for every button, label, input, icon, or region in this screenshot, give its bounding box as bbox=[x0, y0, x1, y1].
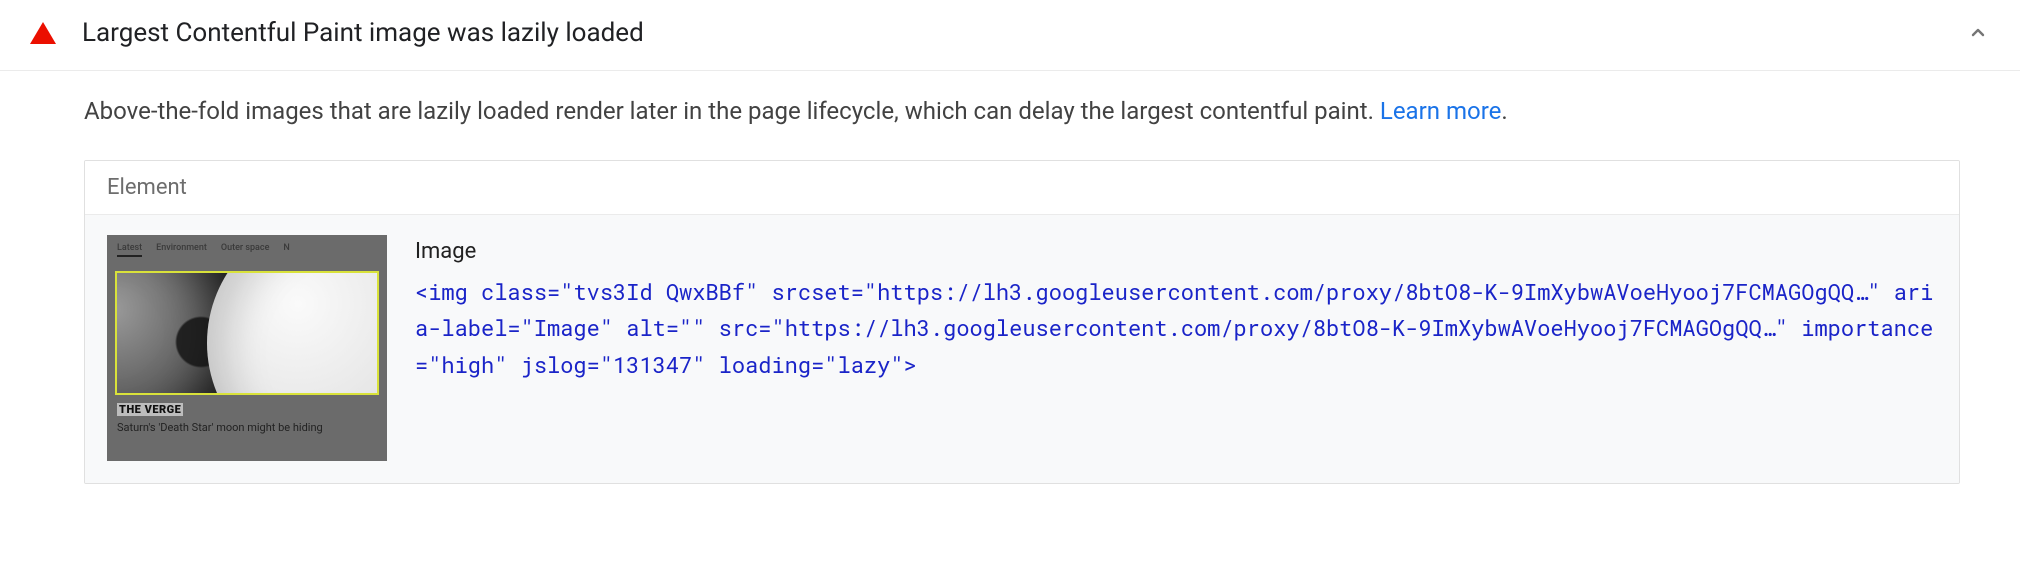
element-thumbnail: Latest Environment Outer space N THE VER… bbox=[107, 235, 387, 461]
audit-description: Above-the-fold images that are lazily lo… bbox=[84, 93, 1960, 130]
thumb-tab: Outer space bbox=[221, 243, 270, 257]
thumb-hero bbox=[115, 271, 379, 395]
chev bbox=[1966, 21, 1990, 45]
table-row: Latest Environment Outer space N THE VER… bbox=[85, 214, 1959, 483]
fail-triangle-icon bbox=[30, 22, 56, 44]
audit-header[interactable]: Largest Contentful Paint image was lazil… bbox=[0, 0, 2020, 71]
thumb-tab: Latest bbox=[117, 243, 142, 257]
audit-item: Largest Contentful Paint image was lazil… bbox=[0, 0, 2020, 524]
thumb-tab: Environment bbox=[156, 243, 207, 257]
node-snippet: <img class="tvs3Id QwxBBf" srcset="https… bbox=[415, 274, 1937, 383]
audit-body: Above-the-fold images that are lazily lo… bbox=[0, 71, 2020, 524]
thumb-caption: Saturn's 'Death Star' moon might be hidi… bbox=[117, 421, 377, 434]
learn-more-link[interactable]: Learn more bbox=[1380, 97, 1501, 125]
thumb-tabs: Latest Environment Outer space N bbox=[107, 235, 387, 261]
thumb-tab: N bbox=[283, 243, 289, 257]
moon-icon bbox=[207, 271, 379, 395]
element-node: Image <img class="tvs3Id QwxBBf" srcset=… bbox=[415, 235, 1937, 383]
element-table: Element Latest Environment Outer space N… bbox=[84, 160, 1960, 484]
table-header: Element bbox=[85, 161, 1959, 214]
chevron-up-icon bbox=[1966, 21, 1990, 45]
audit-title: Largest Contentful Paint image was lazil… bbox=[82, 18, 1966, 48]
thumb-source-logo: THE VERGE bbox=[117, 403, 183, 416]
audit-description-period: . bbox=[1501, 97, 1507, 125]
node-label: Image bbox=[415, 239, 1937, 264]
audit-description-text: Above-the-fold images that are lazily lo… bbox=[84, 97, 1380, 125]
